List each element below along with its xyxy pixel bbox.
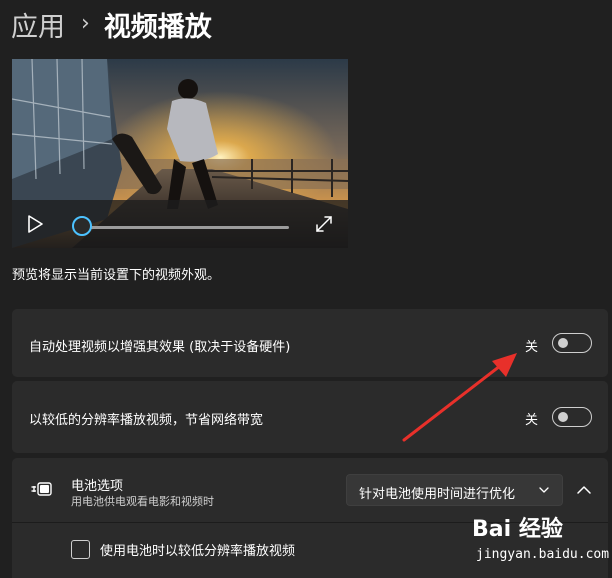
dropdown-selected-value: 针对电池使用时间进行优化: [359, 487, 516, 502]
battery-options-subtitle: 用电池供电观看电影和视频时: [71, 495, 214, 508]
checkbox-label: 使用电池时以较低分辨率播放视频: [100, 544, 296, 559]
fullscreen-icon[interactable]: [315, 215, 333, 233]
baidu-jingyan-watermark: Bai 经验 jingyan.baidu.com: [472, 509, 612, 577]
setting-label: 以较低的分辨率播放视频，节省网络带宽: [29, 413, 264, 428]
chevron-up-icon[interactable]: [572, 480, 596, 500]
page-title: 视频播放: [103, 11, 212, 43]
watermark-url: jingyan.baidu.com: [476, 547, 610, 562]
toggle-knob: [558, 412, 568, 422]
battery-saver-icon: [31, 482, 52, 496]
battery-low-resolution-checkbox[interactable]: [71, 540, 90, 559]
setting-card-low-resolution: 以较低的分辨率播放视频，节省网络带宽 关: [12, 381, 608, 453]
toggle-state-text: 关: [525, 340, 539, 355]
toggle-state-text: 关: [525, 413, 539, 428]
breadcrumb-apps[interactable]: 应用: [11, 5, 65, 44]
auto-process-toggle[interactable]: [552, 333, 592, 353]
video-controls: [12, 200, 348, 248]
setting-label: 自动处理视频以增强其效果 (取决于设备硬件): [29, 340, 291, 355]
chevron-down-icon: [539, 487, 549, 493]
setting-card-auto-process: 自动处理视频以增强其效果 (取决于设备硬件) 关: [12, 309, 608, 377]
breadcrumb-separator-icon: ›: [81, 10, 90, 36]
battery-optimization-dropdown[interactable]: 针对电池使用时间进行优化: [346, 474, 563, 506]
seek-thumb[interactable]: [72, 216, 92, 236]
watermark-logo: Bai 经验: [472, 517, 563, 542]
play-icon[interactable]: [26, 215, 44, 233]
video-preview[interactable]: [12, 59, 348, 248]
preview-caption: 预览将显示当前设置下的视频外观。: [12, 268, 221, 283]
breadcrumb: 应用 › 视频播放: [11, 4, 212, 44]
seek-bar[interactable]: [84, 226, 289, 229]
battery-options-title: 电池选项: [71, 479, 124, 494]
low-resolution-toggle[interactable]: [552, 407, 592, 427]
toggle-knob: [558, 338, 568, 348]
